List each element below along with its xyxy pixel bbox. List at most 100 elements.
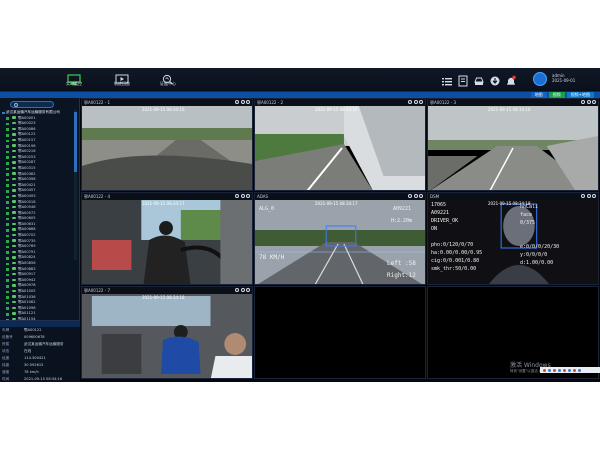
video-channel-5[interactable]: ADAS 2021-09-15 08:34:17 ALG_0 A09221 H:2.20… [254,192,426,285]
checkbox[interactable] [6,117,9,120]
checkbox[interactable] [6,161,9,165]
checkbox[interactable] [6,201,9,204]
dsm-status-line: 17065 [431,202,447,208]
checkbox[interactable] [6,296,9,299]
checkbox[interactable] [6,229,9,232]
tray-icon[interactable] [568,368,571,372]
checkbox[interactable] [2,111,5,115]
close-icon[interactable] [246,288,250,292]
checkbox[interactable] [6,223,9,227]
playback-icon [115,70,129,84]
checkbox[interactable] [6,257,9,260]
snapshot-icon[interactable] [235,194,239,198]
checkbox[interactable] [6,189,9,193]
vehicle-search-input[interactable] [10,101,54,108]
checkbox[interactable] [6,301,9,305]
video-channel-6[interactable]: DSM 2021-09-15 08:34:18 17065 A09221 DRIVER_… [427,192,599,285]
nav-label: 实时监控 [66,81,82,86]
tray-icon[interactable] [558,368,561,372]
nav-track-playback[interactable]: 轨迹回放 [104,69,140,91]
snapshot-icon[interactable] [235,288,239,292]
tree-scroll-thumb[interactable] [74,112,77,172]
tray-icon[interactable] [578,368,581,372]
checkbox[interactable] [6,122,9,126]
checkbox[interactable] [6,184,9,187]
channel-controls [408,194,423,199]
nav-evidence-center[interactable]: 证据中心 [150,69,186,91]
snapshot-icon[interactable] [235,100,239,104]
tray-icon[interactable] [553,368,556,372]
record-icon[interactable] [240,194,245,198]
alarm-bell-icon[interactable] [506,72,516,85]
checkbox[interactable] [6,128,9,131]
snapshot-icon[interactable] [408,100,412,104]
user-avatar[interactable] [533,72,547,86]
checkbox[interactable] [6,178,9,182]
vehicle-plate: 鄂A00702 [18,233,36,238]
record-icon[interactable] [586,100,591,104]
checkbox[interactable] [6,285,9,288]
video-frame: 2021-09-15 08:34:17 [82,200,252,284]
tray-icon[interactable] [573,368,576,372]
snapshot-icon[interactable] [581,100,585,104]
checkbox[interactable] [6,167,9,171]
checkbox[interactable] [6,268,9,271]
document-icon[interactable] [458,72,468,87]
checkbox[interactable] [6,312,9,316]
vehicle-plate: 鄂A00769 [18,244,36,249]
vehicle-plate: 鄂A01036 [18,294,36,299]
video-channel-8[interactable] [254,286,426,379]
download-icon[interactable] [490,72,500,86]
record-icon[interactable] [240,288,245,292]
record-icon[interactable] [240,100,245,104]
user-info[interactable]: admin 2021-09-01 [552,73,592,83]
checkbox[interactable] [6,145,9,148]
checkbox[interactable] [6,206,9,210]
checkbox[interactable] [6,279,9,282]
checkbox[interactable] [6,245,9,249]
tray-icon[interactable] [543,368,546,372]
vehicle-icon [12,172,16,175]
checkbox[interactable] [6,240,9,243]
checkbox[interactable] [6,150,9,154]
close-icon[interactable] [246,194,250,198]
close-icon[interactable] [592,194,596,198]
video-channel-7[interactable]: 鄂A00122 - 7 2021-09-15 08:34:18 [81,286,253,379]
close-icon[interactable] [592,100,596,104]
storage-icon[interactable] [474,72,484,85]
checkbox[interactable] [6,234,9,238]
checkbox[interactable] [6,133,9,137]
channel-controls [581,100,596,105]
record-icon[interactable] [586,194,591,198]
tray-icon[interactable] [548,368,551,372]
dsm-metric-line: y:0/0/0/0 [520,252,548,258]
checkbox[interactable] [6,290,9,294]
checkbox[interactable] [6,262,9,266]
checkbox[interactable] [6,173,9,176]
video-channel-3[interactable]: 鄂A00122 - 3 2021-09-15 08:34:16 [427,98,599,191]
snapshot-icon[interactable] [581,194,585,198]
video-channel-1[interactable]: 鄂A00122 - 1 2021-09-15 08:34:16 [81,98,253,191]
nav-live-monitor[interactable]: 实时监控 [56,69,92,91]
close-icon[interactable] [419,194,423,198]
video-channel-4[interactable]: 鄂A00122 - 4 2021-09-15 08:34:17 [81,192,253,285]
record-icon[interactable] [413,194,418,198]
close-icon[interactable] [419,100,423,104]
close-icon[interactable] [246,100,250,104]
list-icon[interactable] [442,72,452,86]
checkbox[interactable] [6,195,9,199]
checkbox[interactable] [6,251,9,255]
record-icon[interactable] [413,100,418,104]
checkbox[interactable] [6,217,9,221]
checkbox[interactable] [6,273,9,277]
info-value: 鄂A00122 [24,328,42,332]
tray-icon[interactable] [563,368,566,372]
checkbox[interactable] [6,307,9,310]
vehicle-plate: 鄂A00791 [18,249,36,254]
checkbox[interactable] [6,212,9,215]
checkbox[interactable] [6,139,9,143]
info-row: 车牌 鄂A00122 [0,327,80,334]
checkbox[interactable] [6,156,9,159]
video-channel-2[interactable]: 鄂A00122 - 2 2021-09-15 08:34:16 [254,98,426,191]
snapshot-icon[interactable] [408,194,412,198]
